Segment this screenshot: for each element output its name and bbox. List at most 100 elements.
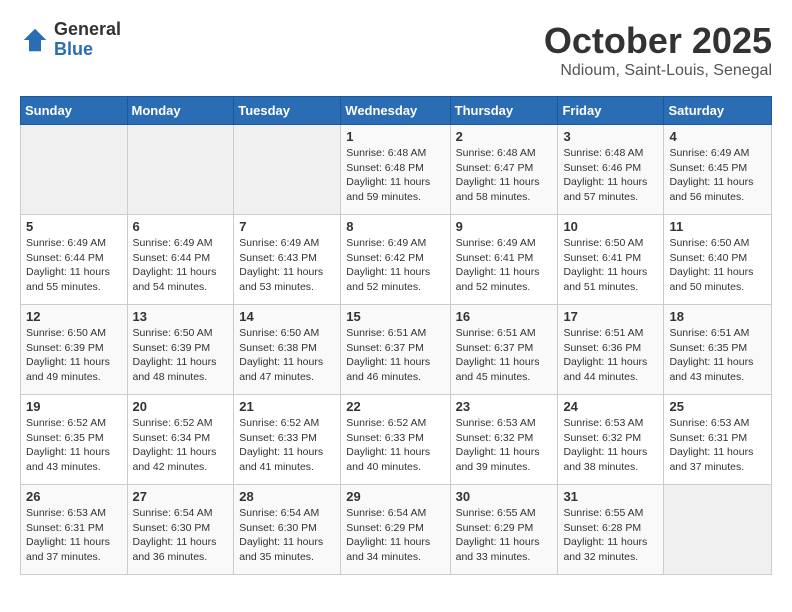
- month-title: October 2025: [544, 20, 772, 62]
- weekday-header: Wednesday: [341, 97, 450, 125]
- day-info: Sunrise: 6:54 AM Sunset: 6:30 PM Dayligh…: [239, 506, 335, 565]
- day-number: 17: [563, 309, 658, 324]
- day-number: 5: [26, 219, 122, 234]
- calendar-cell: 25Sunrise: 6:53 AM Sunset: 6:31 PM Dayli…: [664, 395, 772, 485]
- day-number: 22: [346, 399, 444, 414]
- day-number: 28: [239, 489, 335, 504]
- calendar-cell: 20Sunrise: 6:52 AM Sunset: 6:34 PM Dayli…: [127, 395, 234, 485]
- calendar-cell: 17Sunrise: 6:51 AM Sunset: 6:36 PM Dayli…: [558, 305, 664, 395]
- day-info: Sunrise: 6:49 AM Sunset: 6:43 PM Dayligh…: [239, 236, 335, 295]
- day-number: 24: [563, 399, 658, 414]
- day-number: 7: [239, 219, 335, 234]
- calendar-week-row: 12 Sunrise: 6:50 AM Sunset: 6:39 PM Dayli…: [21, 305, 772, 395]
- weekday-header-row: SundayMondayTuesdayWednesdayThursdayFrid…: [21, 97, 772, 125]
- weekday-header: Sunday: [21, 97, 128, 125]
- day-info: Sunrise: 6:51 AM Sunset: 6:35 PM Dayligh…: [669, 326, 766, 385]
- day-number: 26: [26, 489, 122, 504]
- day-info: Sunrise: 6:53 AM Sunset: 6:32 PM Dayligh…: [456, 416, 553, 475]
- day-number: 14: [239, 309, 335, 324]
- calendar-cell: 29 Sunrise: 6:54 AM Sunset: 6:29 PM Dayli…: [341, 485, 450, 575]
- day-number: 16: [456, 309, 553, 324]
- day-number: 19: [26, 399, 122, 414]
- day-info: Sunrise: 6:54 AM Sunset: 6:30 PM Dayligh…: [133, 506, 229, 565]
- day-info: Sunrise: 6:48 AM Sunset: 6:48 PM Dayligh…: [346, 146, 444, 205]
- day-info: Sunrise: 6:52 AM Sunset: 6:33 PM Dayligh…: [239, 416, 335, 475]
- day-number: 8: [346, 219, 444, 234]
- calendar-cell: [664, 485, 772, 575]
- day-info: Sunrise: 6:49 AM Sunset: 6:45 PM Dayligh…: [669, 146, 766, 205]
- calendar-cell: 19 Sunrise: 6:52 AM Sunset: 6:35 PM Dayli…: [21, 395, 128, 485]
- logo-text: General Blue: [54, 20, 121, 60]
- calendar-cell: 9 Sunrise: 6:49 AM Sunset: 6:41 PM Daylig…: [450, 215, 558, 305]
- calendar-cell: 1 Sunrise: 6:48 AM Sunset: 6:48 PM Daylig…: [341, 125, 450, 215]
- day-info: Sunrise: 6:55 AM Sunset: 6:29 PM Dayligh…: [456, 506, 553, 565]
- calendar-cell: 4 Sunrise: 6:49 AM Sunset: 6:45 PM Daylig…: [664, 125, 772, 215]
- day-number: 6: [133, 219, 229, 234]
- day-info: Sunrise: 6:52 AM Sunset: 6:33 PM Dayligh…: [346, 416, 444, 475]
- weekday-header: Thursday: [450, 97, 558, 125]
- calendar-cell: 10Sunrise: 6:50 AM Sunset: 6:41 PM Dayli…: [558, 215, 664, 305]
- day-number: 18: [669, 309, 766, 324]
- calendar-cell: 15Sunrise: 6:51 AM Sunset: 6:37 PM Dayli…: [341, 305, 450, 395]
- day-info: Sunrise: 6:49 AM Sunset: 6:44 PM Dayligh…: [133, 236, 229, 295]
- calendar-cell: 2Sunrise: 6:48 AM Sunset: 6:47 PM Daylig…: [450, 125, 558, 215]
- calendar-cell: [234, 125, 341, 215]
- day-info: Sunrise: 6:48 AM Sunset: 6:46 PM Dayligh…: [563, 146, 658, 205]
- calendar-cell: 5 Sunrise: 6:49 AM Sunset: 6:44 PM Daylig…: [21, 215, 128, 305]
- day-number: 2: [456, 129, 553, 144]
- calendar-table: SundayMondayTuesdayWednesdayThursdayFrid…: [20, 96, 772, 575]
- day-info: Sunrise: 6:54 AM Sunset: 6:29 PM Dayligh…: [346, 506, 444, 565]
- day-number: 29: [346, 489, 444, 504]
- day-number: 1: [346, 129, 444, 144]
- calendar-cell: 12Sunrise: 6:50 AM Sunset: 6:39 PM Dayli…: [21, 305, 128, 395]
- weekday-header: Tuesday: [234, 97, 341, 125]
- day-info: Sunrise: 6:51 AM Sunset: 6:37 PM Dayligh…: [456, 326, 553, 385]
- day-number: 20: [133, 399, 229, 414]
- logo-icon: [20, 25, 50, 55]
- day-info: Sunrise: 6:53 AM Sunset: 6:32 PM Dayligh…: [563, 416, 658, 475]
- calendar-cell: 27 Sunrise: 6:54 AM Sunset: 6:30 PM Dayli…: [127, 485, 234, 575]
- calendar-cell: 7 Sunrise: 6:49 AM Sunset: 6:43 PM Daylig…: [234, 215, 341, 305]
- calendar-week-row: 26 Sunrise: 6:53 AM Sunset: 6:31 PM Dayli…: [21, 485, 772, 575]
- calendar-cell: 11 Sunrise: 6:50 AM Sunset: 6:40 PM Dayli…: [664, 215, 772, 305]
- day-number: 10: [563, 219, 658, 234]
- calendar-cell: [127, 125, 234, 215]
- calendar-week-row: 19 Sunrise: 6:52 AM Sunset: 6:35 PM Dayli…: [21, 395, 772, 485]
- day-number: 11: [669, 219, 766, 234]
- calendar-cell: 18 Sunrise: 6:51 AM Sunset: 6:35 PM Dayli…: [664, 305, 772, 395]
- day-info: Sunrise: 6:49 AM Sunset: 6:44 PM Dayligh…: [26, 236, 122, 295]
- day-number: 12: [26, 309, 122, 324]
- calendar-cell: 21Sunrise: 6:52 AM Sunset: 6:33 PM Dayli…: [234, 395, 341, 485]
- day-number: 30: [456, 489, 553, 504]
- day-info: Sunrise: 6:50 AM Sunset: 6:38 PM Dayligh…: [239, 326, 335, 385]
- day-number: 23: [456, 399, 553, 414]
- day-number: 27: [133, 489, 229, 504]
- day-info: Sunrise: 6:55 AM Sunset: 6:28 PM Dayligh…: [563, 506, 658, 565]
- calendar-cell: 23 Sunrise: 6:53 AM Sunset: 6:32 PM Dayli…: [450, 395, 558, 485]
- calendar-cell: 24 Sunrise: 6:53 AM Sunset: 6:32 PM Dayli…: [558, 395, 664, 485]
- location-title: Ndioum, Saint-Louis, Senegal: [544, 62, 772, 80]
- calendar-cell: 16 Sunrise: 6:51 AM Sunset: 6:37 PM Dayli…: [450, 305, 558, 395]
- calendar-cell: 3Sunrise: 6:48 AM Sunset: 6:46 PM Daylig…: [558, 125, 664, 215]
- day-info: Sunrise: 6:49 AM Sunset: 6:41 PM Dayligh…: [456, 236, 553, 295]
- day-info: Sunrise: 6:50 AM Sunset: 6:40 PM Dayligh…: [669, 236, 766, 295]
- day-info: Sunrise: 6:53 AM Sunset: 6:31 PM Dayligh…: [26, 506, 122, 565]
- calendar-cell: 28 Sunrise: 6:54 AM Sunset: 6:30 PM Dayli…: [234, 485, 341, 575]
- day-info: Sunrise: 6:50 AM Sunset: 6:39 PM Dayligh…: [133, 326, 229, 385]
- calendar-week-row: 5 Sunrise: 6:49 AM Sunset: 6:44 PM Daylig…: [21, 215, 772, 305]
- day-number: 4: [669, 129, 766, 144]
- calendar-cell: 13Sunrise: 6:50 AM Sunset: 6:39 PM Dayli…: [127, 305, 234, 395]
- title-block: October 2025 Ndioum, Saint-Louis, Senega…: [544, 20, 772, 80]
- calendar-cell: 31 Sunrise: 6:55 AM Sunset: 6:28 PM Dayli…: [558, 485, 664, 575]
- weekday-header: Monday: [127, 97, 234, 125]
- day-number: 9: [456, 219, 553, 234]
- logo-general: General: [54, 20, 121, 40]
- day-info: Sunrise: 6:52 AM Sunset: 6:35 PM Dayligh…: [26, 416, 122, 475]
- weekday-header: Saturday: [664, 97, 772, 125]
- day-number: 31: [563, 489, 658, 504]
- calendar-cell: 14 Sunrise: 6:50 AM Sunset: 6:38 PM Dayli…: [234, 305, 341, 395]
- weekday-header: Friday: [558, 97, 664, 125]
- calendar-cell: 30 Sunrise: 6:55 AM Sunset: 6:29 PM Dayli…: [450, 485, 558, 575]
- calendar-week-row: 1 Sunrise: 6:48 AM Sunset: 6:48 PM Daylig…: [21, 125, 772, 215]
- day-info: Sunrise: 6:49 AM Sunset: 6:42 PM Dayligh…: [346, 236, 444, 295]
